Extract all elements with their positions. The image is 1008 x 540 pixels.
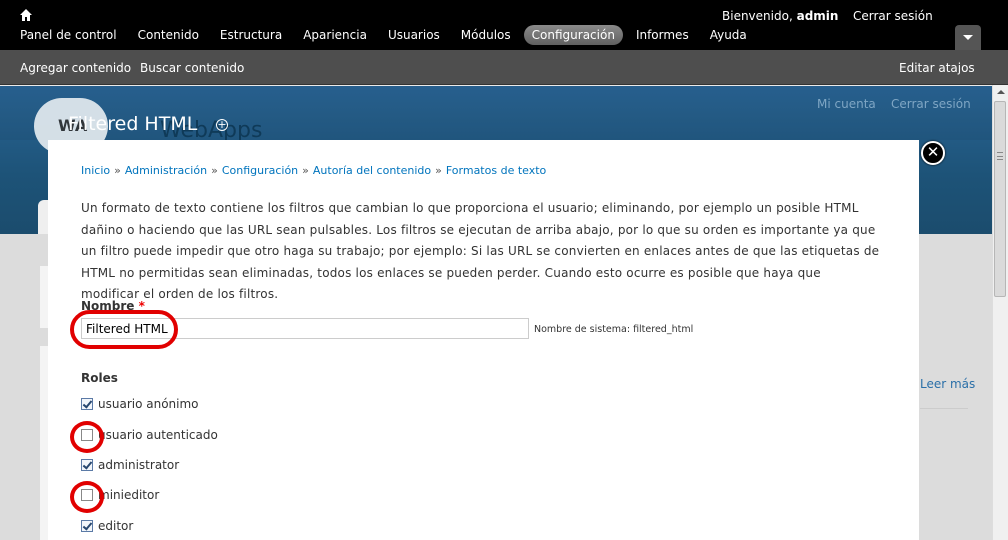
breadcrumb-configuration[interactable]: Configuración: [222, 164, 298, 177]
shortcuts-bar: Agregar contenido Buscar contenido Edita…: [0, 50, 1008, 85]
role-checkbox[interactable]: [81, 459, 93, 471]
role-checkbox[interactable]: [81, 489, 93, 501]
name-input[interactable]: [81, 318, 529, 339]
role-label[interactable]: administrator: [98, 458, 179, 472]
menu-item-modules[interactable]: Módulos: [453, 25, 519, 45]
welcome-message: Bienvenido, admin: [722, 9, 839, 23]
background-block: [40, 346, 48, 540]
page-title: Filtered HTML: [68, 113, 198, 135]
divider: [920, 408, 968, 409]
plus-circle-icon[interactable]: +: [216, 119, 228, 131]
username[interactable]: admin: [797, 9, 839, 23]
breadcrumb-text-formats[interactable]: Formatos de texto: [446, 164, 546, 177]
menu-item-configuration[interactable]: Configuración: [523, 25, 623, 45]
read-more-link[interactable]: Leer más: [920, 377, 975, 391]
breadcrumb-administration[interactable]: Administración: [125, 164, 207, 177]
shortcut-add-content[interactable]: Agregar contenido: [20, 61, 131, 75]
shortcut-find-content[interactable]: Buscar contenido: [140, 61, 244, 75]
breadcrumb-content-authoring[interactable]: Autoría del contenido: [313, 164, 431, 177]
role-label[interactable]: usuario autenticado: [98, 428, 218, 442]
my-account-link[interactable]: Mi cuenta: [817, 97, 876, 111]
scroll-up-arrow-icon[interactable]: [997, 90, 1005, 94]
role-label[interactable]: editor: [98, 519, 133, 533]
home-icon[interactable]: [19, 8, 33, 22]
logout-link[interactable]: Cerrar sesión: [853, 9, 933, 23]
breadcrumb-home[interactable]: Inicio: [81, 164, 110, 177]
roles-title: Roles: [81, 371, 118, 385]
scrollbar-thumb[interactable]: [994, 101, 1006, 297]
background-block: [40, 266, 48, 328]
close-icon[interactable]: ✕: [921, 141, 945, 165]
scrollbar-grip-icon: [997, 152, 1003, 160]
menu-item-help[interactable]: Ayuda: [702, 25, 755, 45]
menu-item-dashboard[interactable]: Panel de control: [12, 25, 125, 45]
menu-item-users[interactable]: Usuarios: [380, 25, 448, 45]
admin-menu: Panel de control Contenido Estructura Ap…: [12, 25, 760, 45]
menu-item-reports[interactable]: Informes: [628, 25, 697, 45]
menu-item-appearance[interactable]: Apariencia: [295, 25, 375, 45]
role-label[interactable]: usuario anónimo: [98, 397, 199, 411]
menu-item-structure[interactable]: Estructura: [212, 25, 290, 45]
header-logout-link[interactable]: Cerrar sesión: [891, 97, 971, 111]
role-checkbox[interactable]: [81, 398, 93, 410]
name-label: Nombre *: [81, 299, 145, 313]
required-marker: *: [138, 299, 145, 313]
role-checkbox[interactable]: [81, 429, 93, 441]
role-checkbox[interactable]: [81, 520, 93, 532]
edit-shortcuts-link[interactable]: Editar atajos: [899, 61, 975, 75]
menu-item-content[interactable]: Contenido: [130, 25, 207, 45]
machine-name: Nombre de sistema: filtered_html: [534, 324, 694, 335]
toolbar-toggle-chevron-down-icon[interactable]: [955, 25, 981, 50]
format-description: Un formato de texto contiene los filtros…: [81, 201, 880, 301]
breadcrumb: Inicio» Administración» Configuración» Auto…: [81, 164, 547, 177]
admin-toolbar: Bienvenido, admin Cerrar sesión Panel de…: [0, 0, 1008, 50]
role-label[interactable]: minieditor: [98, 488, 159, 502]
